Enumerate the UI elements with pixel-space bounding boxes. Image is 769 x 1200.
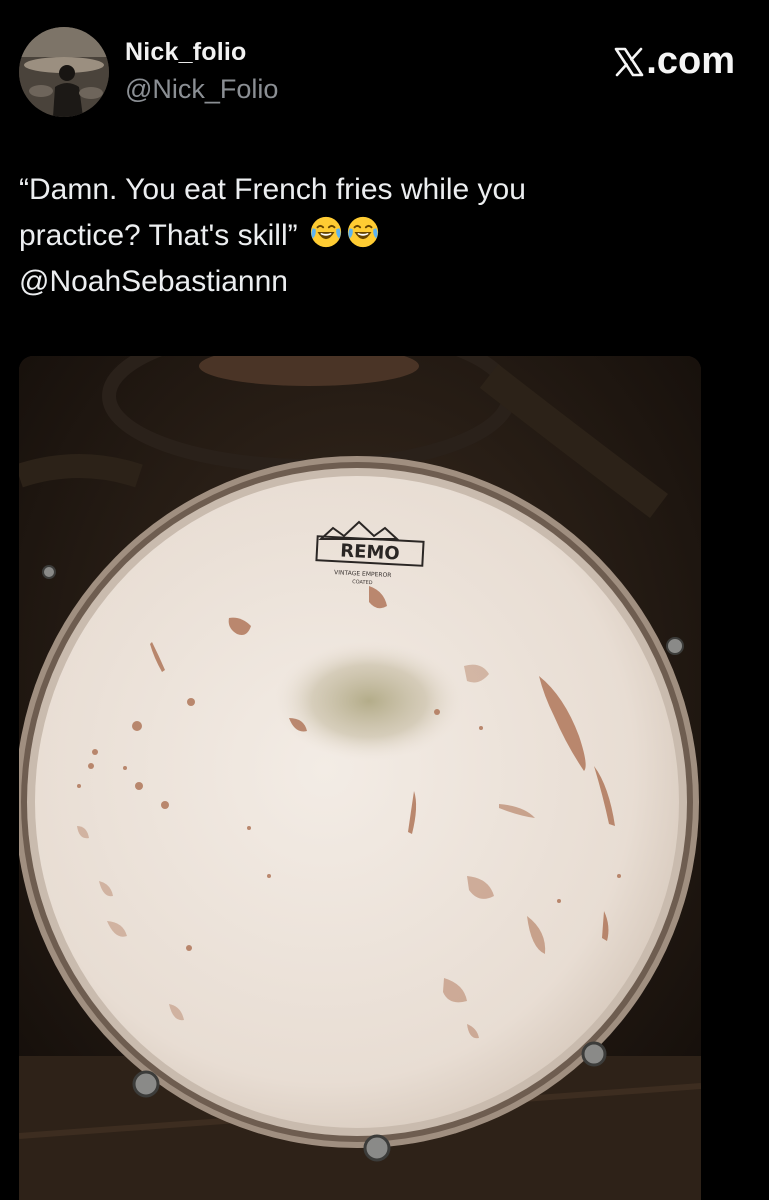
- tweet-media-photo[interactable]: REMO VINTAGE EMPEROR COATED: [19, 356, 701, 1200]
- author-display-name[interactable]: Nick_folio: [125, 38, 246, 67]
- brand-domain-text: .com: [646, 40, 735, 82]
- snare-drum-photo: REMO VINTAGE EMPEROR COATED: [19, 356, 701, 1200]
- tweet-header: Nick_folio @Nick_Folio .com: [0, 0, 769, 130]
- avatar-image: [19, 27, 109, 117]
- author-avatar[interactable]: [19, 27, 109, 117]
- mention-link[interactable]: @NoahSebastiannn: [19, 259, 739, 305]
- brand-label: .com: [613, 40, 735, 83]
- laughing-tears-emoji-icon: [310, 216, 342, 248]
- tweet-text: “Damn. You eat French fries while you pr…: [19, 167, 739, 305]
- author-handle[interactable]: @Nick_Folio: [125, 74, 278, 105]
- drumhead-coating-text: COATED: [352, 579, 373, 586]
- tweet-text-line-1: “Damn. You eat French fries while you: [19, 173, 526, 206]
- tweet-text-line-2-text: practice? That's skill”: [19, 219, 298, 252]
- laughing-tears-emoji-icon: [347, 216, 379, 248]
- x-logo-icon: [614, 47, 644, 76]
- remo-logo-text: REMO: [340, 540, 400, 564]
- tweet-text-line-2: practice? That's skill”: [19, 213, 739, 259]
